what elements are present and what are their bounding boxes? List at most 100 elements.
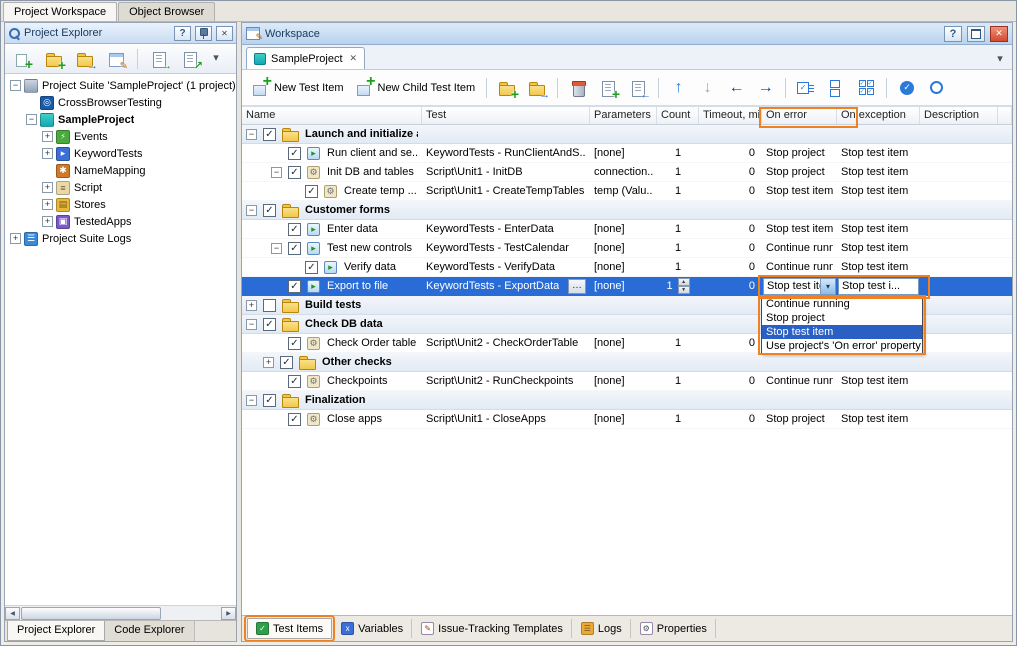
new-item-button[interactable] xyxy=(10,48,36,70)
plus-expander[interactable]: + xyxy=(42,148,53,159)
name-cell[interactable]: −✓Launch and initialize applications xyxy=(242,125,422,143)
name-cell[interactable]: −✓Check DB data xyxy=(242,315,422,333)
minus-expander[interactable]: − xyxy=(246,395,257,406)
column-header-description[interactable]: Description xyxy=(920,107,998,124)
description-cell[interactable] xyxy=(920,277,998,295)
name-cell[interactable]: +Build tests xyxy=(242,296,422,314)
on-error-cell[interactable]: Stop project xyxy=(762,410,837,428)
group-row[interactable]: +✓Other checks xyxy=(242,353,1012,372)
plus-expander[interactable]: + xyxy=(263,357,274,368)
toolbar-overflow-button[interactable] xyxy=(208,49,224,65)
group-row[interactable]: −✓Launch and initialize applications xyxy=(242,125,1012,144)
on-error-cell[interactable]: Stop project xyxy=(762,144,837,162)
count-cell[interactable]: 1 xyxy=(657,144,699,162)
on-error-cell[interactable]: Stop test item xyxy=(762,220,837,238)
count-spinner[interactable]: ▲▼ xyxy=(678,278,690,294)
count-cell[interactable]: 1 xyxy=(657,163,699,181)
item-checkbox[interactable]: ✓ xyxy=(263,128,276,141)
ellipsis-button[interactable]: … xyxy=(568,279,586,294)
minus-expander[interactable]: − xyxy=(246,319,257,330)
description-cell[interactable] xyxy=(920,410,998,428)
minus-expander[interactable]: − xyxy=(10,80,21,91)
timeout-cell[interactable]: 0 xyxy=(699,220,762,238)
test-item-row[interactable]: ✓▸Verify dataKeywordTests - VerifyData[n… xyxy=(242,258,1012,277)
name-cell[interactable]: +✓Other checks xyxy=(242,353,422,371)
item-checkbox[interactable]: ✓ xyxy=(288,413,301,426)
tab-project-explorer[interactable]: Project Explorer xyxy=(7,621,105,641)
on-exception-cell[interactable]: Stop test item xyxy=(837,144,920,162)
new-folder-button[interactable]: + xyxy=(494,77,520,99)
item-checkbox[interactable]: ✓ xyxy=(280,356,293,369)
close-button[interactable] xyxy=(990,26,1008,42)
plus-expander[interactable]: + xyxy=(42,216,53,227)
name-cell[interactable]: ✓⚙Create temp ... xyxy=(242,182,422,200)
tree-item-project-suite-logs[interactable]: +☰Project Suite Logs xyxy=(5,230,236,247)
minus-expander[interactable]: − xyxy=(246,205,257,216)
new-child-test-item-button[interactable]: New Child Test Item xyxy=(352,77,480,99)
tab-list-dropdown-button[interactable] xyxy=(992,50,1008,66)
item-checkbox[interactable]: ✓ xyxy=(263,318,276,331)
count-cell[interactable]: 1 xyxy=(657,372,699,390)
column-header-name[interactable]: Name xyxy=(242,107,422,124)
move-left-button[interactable]: ← xyxy=(724,78,749,98)
import-item-button[interactable]: → xyxy=(146,48,172,70)
tree-item-testedapps[interactable]: +▣TestedApps xyxy=(5,213,236,230)
on-error-cell[interactable]: Stop test item xyxy=(762,182,837,200)
name-cell[interactable]: ✓▸Verify data xyxy=(242,258,422,276)
plus-expander[interactable]: + xyxy=(246,300,257,311)
tab-issue-tracking-templates[interactable]: ✎Issue-Tracking Templates xyxy=(413,619,572,638)
tab-test-items[interactable]: ✓Test Items xyxy=(247,618,332,639)
on-exception-cell[interactable]: Stop test item xyxy=(837,258,920,276)
test-cell[interactable]: Script\Unit1 - InitDB xyxy=(422,163,590,181)
count-cell[interactable]: 1 xyxy=(657,182,699,200)
plus-expander[interactable]: + xyxy=(42,182,53,193)
plus-expander[interactable]: + xyxy=(42,131,53,142)
parameters-cell[interactable]: [none] xyxy=(590,277,657,295)
dropdown-option[interactable]: Stop test item xyxy=(762,325,922,339)
on-exception-cell[interactable]: Stop test item xyxy=(837,239,920,257)
copy-item-button[interactable]: + xyxy=(595,77,621,99)
count-cell[interactable]: 1 xyxy=(657,410,699,428)
close-tab-icon[interactable]: ✕ xyxy=(348,53,358,64)
tab-properties[interactable]: ⚙Properties xyxy=(632,619,716,638)
name-cell[interactable]: ✓⚙Close apps xyxy=(242,410,422,428)
dropdown-option[interactable]: Use project's 'On error' property xyxy=(762,339,922,353)
new-test-item-button[interactable]: New Test Item xyxy=(248,77,348,99)
scroll-left-button[interactable]: ◀ xyxy=(5,607,20,620)
dropdown-option[interactable]: Stop project xyxy=(762,311,922,325)
name-cell[interactable]: −✓▸Test new controls xyxy=(242,239,422,257)
tree-item-stores[interactable]: +▤Stores xyxy=(5,196,236,213)
parameters-cell[interactable]: temp (Valu... xyxy=(590,182,657,200)
tab-logs[interactable]: ☰Logs xyxy=(573,619,631,638)
close-button[interactable] xyxy=(216,26,233,41)
minus-expander[interactable]: − xyxy=(26,114,37,125)
on-error-cell[interactable]: Continue running xyxy=(762,372,837,390)
disable-circle-button[interactable] xyxy=(924,77,949,98)
column-header-test[interactable]: Test xyxy=(422,107,590,124)
on-exception-cell[interactable]: Stop test item xyxy=(837,182,920,200)
column-header-on-error[interactable]: On error xyxy=(762,107,837,124)
description-cell[interactable] xyxy=(920,144,998,162)
on-error-cell[interactable]: Stop project xyxy=(762,163,837,181)
restore-button[interactable] xyxy=(967,26,985,42)
plus-expander[interactable]: + xyxy=(10,233,21,244)
count-cell[interactable]: 1 xyxy=(657,334,699,352)
description-cell[interactable] xyxy=(920,163,998,181)
parameters-cell[interactable]: [none] xyxy=(590,220,657,238)
spin-down-button[interactable]: ▼ xyxy=(678,286,690,294)
folder-convert-button[interactable]: → xyxy=(524,77,550,99)
parameters-cell[interactable]: [none] xyxy=(590,372,657,390)
minus-expander[interactable]: − xyxy=(271,167,282,178)
minus-expander[interactable]: − xyxy=(271,243,282,254)
timeout-cell[interactable]: 0 xyxy=(699,334,762,352)
tab-variables[interactable]: xVariables xyxy=(333,619,412,638)
group-row[interactable]: −✓Finalization xyxy=(242,391,1012,410)
export-item-button[interactable]: ↗ xyxy=(177,48,203,70)
move-right-button[interactable]: → xyxy=(753,78,778,98)
paste-item-button[interactable]: ← xyxy=(625,77,651,99)
name-cell[interactable]: ✓▸Export to file xyxy=(242,277,422,295)
column-header-timeout-mi-[interactable]: Timeout, mi... xyxy=(699,107,762,124)
test-item-row[interactable]: ✓⚙CheckpointsScript\Unit2 - RunCheckpoin… xyxy=(242,372,1012,391)
tree-item-project-suite-sampleproject-1-[interactable]: −Project Suite 'SampleProject' (1 projec… xyxy=(5,77,236,94)
tab-code-explorer[interactable]: Code Explorer xyxy=(105,621,194,641)
